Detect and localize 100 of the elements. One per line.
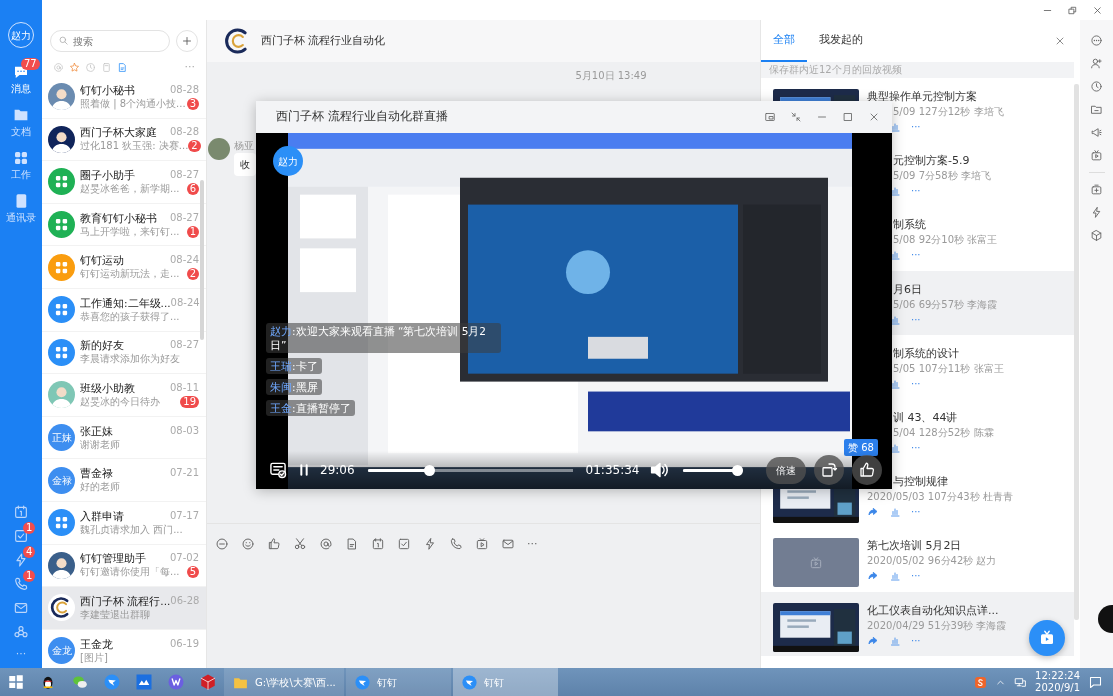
add-user-icon[interactable] [1090,57,1103,70]
phone-icon[interactable] [449,537,463,552]
ime-icon[interactable] [974,675,988,689]
more-button[interactable]: ··· [911,635,921,646]
more-icon[interactable] [1090,34,1103,47]
video-title: 典型操作单元控制方案 [867,89,977,105]
star-icon[interactable] [69,61,80,73]
chat-bubbles-icon[interactable] [71,673,89,691]
gif-icon[interactable] [215,537,229,552]
todo-icon[interactable] [13,527,29,544]
scrollbar[interactable] [200,180,204,340]
taskbar-button[interactable]: 钉钉 [345,668,451,696]
thumbs-up-icon[interactable] [267,537,281,552]
video-item[interactable]: 化工仪表自动化知识点详... 2020/04/29 51分39秒 李海霞 ··· [761,591,1074,656]
add-button[interactable] [176,30,198,52]
stats-icon[interactable] [889,185,901,198]
chat-date: 08-27 [169,168,199,182]
unread-badge: 5 [186,566,199,579]
taskbar-button[interactable]: G:\学校\大赛\西... [224,668,344,696]
chat-preview: 李建莹退出群聊 [80,607,150,622]
clock-time[interactable]: 12:22:24 [1035,670,1080,682]
file-icon[interactable] [345,537,359,552]
phone-icon[interactable] [13,575,29,592]
folder-icon[interactable] [1090,103,1103,116]
chat-name: 西门子杯 流程行... [80,593,171,608]
network-icon[interactable] [1014,675,1028,689]
tv-icon [809,555,823,570]
nav-tab[interactable]: 工作 [0,144,42,187]
more-button[interactable]: ··· [911,507,921,518]
avatar: 正妹 [48,424,75,452]
chat-item[interactable]: 西门子杯 流程行...06-28 李建莹退出群聊 [42,587,206,630]
at-icon[interactable] [319,537,333,552]
scissors-icon[interactable] [293,537,307,552]
dingtalk-icon[interactable] [103,673,121,691]
chat-item[interactable]: 钉钉小秘书 08-28 照着做 | 8个沟通小技... 3 [42,76,206,119]
search-field[interactable]: 搜索 [50,30,170,52]
share-icon[interactable] [867,634,879,647]
chat-name: 西门子杯大家庭 [80,125,157,140]
more-button[interactable]: ··· [911,186,921,197]
stats-icon[interactable] [889,249,901,262]
more-button[interactable]: ··· [184,58,195,76]
chat-item[interactable]: 班级小助教 08-11 赵旻冰的今日待办 19 [42,374,206,417]
calendar-icon[interactable] [13,503,29,520]
share-nodes-icon[interactable] [13,623,29,640]
more-button[interactable]: ··· [911,122,921,132]
video-meta: 5/05 107分11秒 张富王 [893,361,1004,376]
tv-icon[interactable] [1090,149,1103,162]
chat-name: 钉钉小秘书 [80,82,135,97]
clock-icon[interactable] [1090,80,1103,93]
more-button[interactable]: ··· [911,378,921,389]
more-button[interactable]: ··· [911,250,921,261]
pip-icon[interactable] [764,111,776,123]
unread-badge: 4 [23,545,36,558]
lightning-icon[interactable] [1090,206,1103,219]
close-icon[interactable] [1092,4,1103,16]
chat-item[interactable]: 入群申请 07-17 魏孔贞请求加入 西门... [42,501,206,545]
nav-tab[interactable]: 消息 77 [0,58,42,101]
restore-icon[interactable] [1067,4,1078,16]
wps-icon[interactable] [167,673,185,691]
chat-date: 07-21 [169,466,199,481]
clock-date[interactable]: 2020/9/1 [1035,682,1080,694]
nav-tab[interactable]: 通讯录 [0,187,42,230]
chat-name: 钉钉管理助手 [80,551,146,566]
video-meta: 2020/05/03 107分43秒 杜青青 [867,490,1013,505]
calendar-icon[interactable] [371,537,385,552]
close-icon[interactable] [1054,35,1066,47]
chat-item[interactable]: 新的好友 08-27 李晨请求添加你为好友 [42,331,206,375]
close-icon[interactable] [868,111,880,123]
nav-tab[interactable]: 文档 [0,101,42,144]
more-button[interactable]: ··· [911,442,921,453]
more-button[interactable]: ··· [911,571,921,582]
more-button[interactable]: ··· [15,643,27,668]
emoji-icon[interactable] [241,537,255,552]
chat-item[interactable]: 正妹 张正妹 08-03 谢谢老师 [42,416,206,460]
taskbar-button[interactable]: 钉钉 [452,668,558,696]
chat-item[interactable]: 金禄 曹金禄 07-21 好的老师 [42,459,206,502]
tab[interactable]: 我发起的 [807,20,875,62]
lightning-icon[interactable] [423,537,437,552]
danmaku-toggle-icon[interactable] [268,460,288,480]
cloud-app-icon[interactable] [135,673,153,691]
unread-badge: 1 [23,521,36,534]
windows-icon[interactable] [7,673,25,691]
cube-app-icon[interactable] [199,673,217,691]
more-button[interactable]: ··· [911,314,921,325]
like-button[interactable] [851,455,882,485]
cube-icon[interactable] [1090,229,1103,242]
megaphone-icon[interactable] [1090,126,1103,139]
unread-badge: 19 [180,395,199,408]
tv-icon[interactable] [475,537,489,552]
scrollbar[interactable] [1074,84,1079,620]
plus-box-icon[interactable] [1090,183,1103,196]
notification-icon[interactable] [1088,674,1103,690]
video-title: 制系统的设计 [893,345,959,362]
chat-name: 入群申请 [80,508,124,523]
chat-name: 圈子小助手 [80,168,135,182]
chat-item[interactable]: 西门子杯大家庭 08-28 过化181 狄玉强: 决赛... 2 [42,118,206,162]
file-icon[interactable] [117,61,128,73]
todo-icon[interactable] [397,537,411,552]
video-title: 月6日 [893,281,922,298]
more-button[interactable]: ··· [527,536,538,553]
